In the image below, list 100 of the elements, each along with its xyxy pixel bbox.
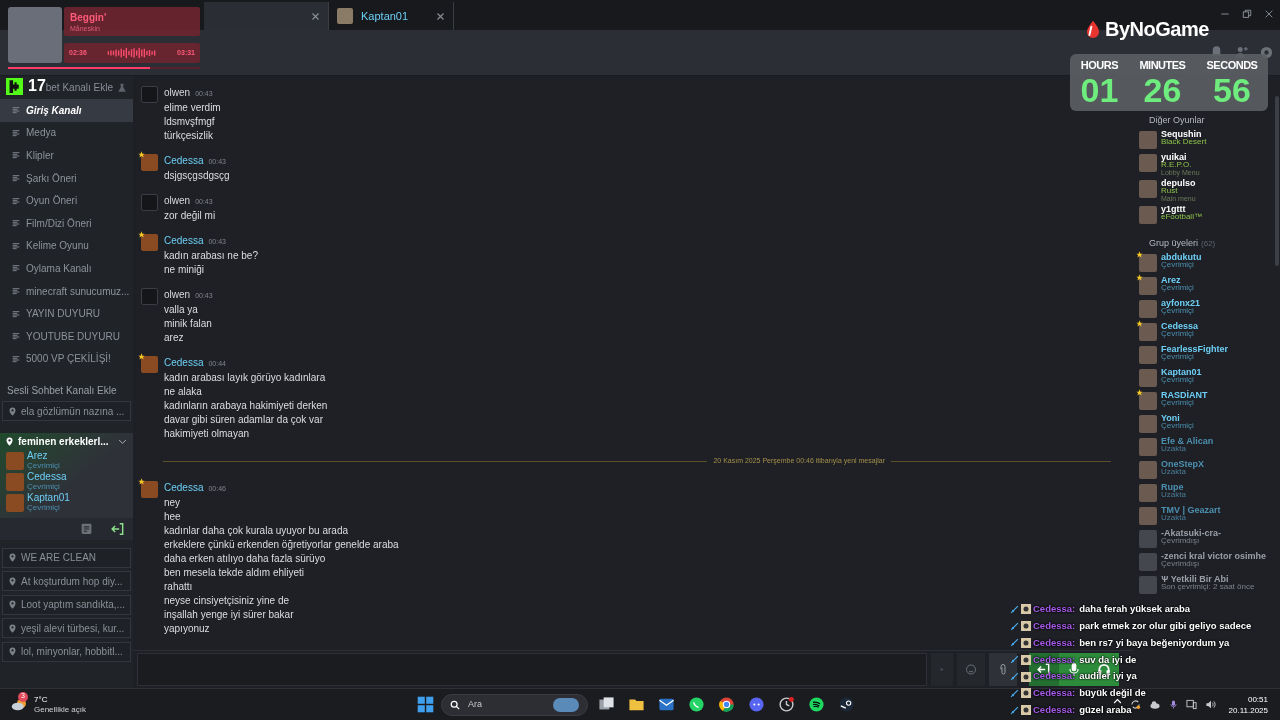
add-voice-channel-label[interactable]: Sesli Sohbet Kanalı Ekle: [0, 379, 133, 402]
text-channel-icon: [12, 174, 20, 183]
member-item[interactable]: ayfonx21 Çevrimiçi: [1139, 298, 1280, 321]
chat-username: Cedessa:: [1033, 703, 1076, 718]
clock-time[interactable]: 00:51: [1247, 693, 1268, 705]
member-name[interactable]: Arez: [27, 451, 60, 462]
mail-icon[interactable]: [658, 696, 675, 713]
member-item[interactable]: y1gttt eFootball™: [1139, 204, 1280, 227]
message-text: hakimiyeti olmayan: [164, 427, 251, 441]
voice-channel-item[interactable]: ela gözlümün nazına ...: [2, 401, 131, 422]
member-name: TMV | Geazart: [1161, 506, 1221, 514]
channel-name: Şarkı Öneri: [26, 171, 77, 186]
voice-channel-panel[interactable]: feminen erkeklerl... Arez Çevrimiçi Cedessa Çevrimiçi Kaptan01 Çevrimiçi: [0, 432, 133, 540]
avatar-image: [6, 452, 24, 471]
music-app-icon[interactable]: [808, 696, 825, 713]
avatar-image: [1139, 369, 1157, 387]
chevron-down-icon[interactable]: [118, 437, 127, 447]
channel-item[interactable]: 5000 VP ÇEKİLİŞİ!: [0, 347, 133, 371]
member-item[interactable]: TMV | Geazart Uzakta: [1139, 505, 1280, 528]
member-item[interactable]: FearlessFighter Çevrimiçi: [1139, 344, 1280, 367]
browser-icon[interactable]: [718, 696, 735, 713]
voice-channel-item[interactable]: WE ARE CLEAN: [2, 547, 131, 568]
scrollbar-thumb[interactable]: [1275, 96, 1279, 266]
member-name[interactable]: Cedessa: [27, 472, 67, 483]
channel-item[interactable]: YOUTUBE DUYURU: [0, 324, 133, 348]
channel-item[interactable]: Şarkı Öneri: [0, 166, 133, 190]
voice-channel-item[interactable]: lol, minyonlar, hobbitl...: [2, 641, 131, 662]
sword-icon: [1010, 705, 1019, 715]
message-author[interactable]: Cedessa: [164, 154, 204, 168]
close-icon[interactable]: [311, 11, 320, 21]
member-item[interactable]: -zenci kral victor osimhe Çevrimdışı: [1139, 551, 1280, 574]
member-name: Arez: [1161, 276, 1182, 284]
member-item[interactable]: abdukutu Çevrimiçi: [1139, 252, 1280, 275]
leave-icon[interactable]: [111, 521, 125, 536]
channel-item[interactable]: Klipler: [0, 144, 133, 167]
chat-message: park etmek zor olur gibi geliyo sadece: [1079, 619, 1252, 634]
text-channel-icon: [12, 151, 20, 160]
cloud-icon[interactable]: [1148, 699, 1161, 710]
avatar-image: [1139, 180, 1157, 198]
flask-icon: [117, 82, 127, 93]
member-status: Çevrimdışı: [1161, 560, 1201, 568]
timer-label: SECONDS: [1206, 59, 1258, 72]
message-author[interactable]: Cedessa: [164, 356, 204, 370]
windows-start-icon[interactable]: [417, 696, 434, 713]
member-name[interactable]: Kaptan01: [27, 493, 70, 504]
message-text: yapıyonuz: [164, 621, 211, 636]
chat-username: Cedessa:: [1033, 652, 1076, 667]
avatar-image: [1139, 507, 1157, 525]
paperclip-icon[interactable]: [989, 653, 1017, 686]
member-item[interactable]: OneStepX Uzakta: [1139, 459, 1280, 482]
channel-item[interactable]: Medya: [0, 121, 133, 145]
member-name: Efe & Alican: [1161, 437, 1214, 445]
member-item[interactable]: Rupe Uzakta: [1139, 482, 1280, 505]
game-store-icon[interactable]: [838, 696, 855, 713]
restore-icon[interactable]: [1242, 9, 1252, 19]
voice-channel-item[interactable]: yeşil alevi türbesi, kur...: [2, 618, 131, 639]
message-author[interactable]: olwen: [164, 288, 191, 302]
member-item[interactable]: Cedessa Çevrimiçi: [1139, 321, 1280, 344]
search-field[interactable]: Ara: [441, 693, 588, 716]
member-name: -zenci kral victor osimhe: [1161, 552, 1267, 560]
voice-channel-item[interactable]: At koşturdum hop diy...: [2, 571, 131, 592]
voice-channel-icon: [8, 599, 17, 611]
channel-item[interactable]: Oylama Kanalı: [0, 257, 133, 280]
voice-channel-item[interactable]: Loot yaptım sandıkta,...: [2, 594, 131, 615]
microphone-icon[interactable]: [1168, 699, 1178, 710]
speaker-icon[interactable]: [1204, 699, 1217, 710]
close-icon[interactable]: [436, 11, 445, 21]
member-item[interactable]: Arez Çevrimiçi: [1139, 275, 1280, 298]
chat-bubble-icon[interactable]: [688, 696, 705, 713]
member-item[interactable]: -Akatsuki-cra- Çevrimdışı: [1139, 528, 1280, 551]
section-header: Diğer Oyunlar: [1149, 114, 1205, 128]
channel-item[interactable]: minecraft sunucumuz...: [0, 279, 133, 303]
add-text-channel-label[interactable]: bet Kanalı Ekle: [45, 80, 113, 95]
member-item[interactable]: Ѱ Yetkili Bir Abi Son çevrimiçi: 2 saat önce: [1139, 574, 1280, 597]
channel-item[interactable]: Kelime Oyunu: [0, 234, 133, 258]
member-item[interactable]: Efe & Alican Uzakta: [1139, 436, 1280, 459]
text-channel-icon: [12, 287, 20, 296]
clock-icon[interactable]: [778, 696, 795, 713]
sword-icon: [1010, 621, 1019, 631]
member-count: (62): [1201, 238, 1216, 250]
member-item[interactable]: Sequshin Black Desert: [1139, 129, 1280, 152]
member-item[interactable]: Yoni Çevrimiçi: [1139, 413, 1280, 436]
avatar-image: [1139, 461, 1157, 479]
member-item[interactable]: RASDİANT Çevrimiçi: [1139, 390, 1280, 413]
channel-item[interactable]: Oyun Öneri: [0, 189, 133, 212]
device-icon[interactable]: [1185, 699, 1197, 710]
clock-date[interactable]: 20.11.2025: [1228, 704, 1268, 716]
message-author[interactable]: Cedessa: [164, 480, 204, 495]
channel-item[interactable]: YAYIN DUYURU: [0, 302, 133, 325]
message-author[interactable]: olwen: [164, 86, 191, 100]
channel-item[interactable]: Giriş Kanalı: [0, 99, 133, 122]
member-item[interactable]: Kaptan01 Çevrimiçi: [1139, 367, 1280, 390]
chevron-up-icon[interactable]: [1112, 696, 1122, 706]
message-author[interactable]: olwen: [164, 194, 191, 208]
timer-value: 01: [1080, 72, 1119, 108]
close-icon[interactable]: [1264, 9, 1274, 19]
calendar-icon[interactable]: [80, 522, 93, 536]
message-author[interactable]: Cedessa: [164, 234, 204, 248]
member-name: RASDİANT: [1161, 391, 1208, 399]
channel-item[interactable]: Film/Dizi Öneri: [0, 211, 133, 235]
